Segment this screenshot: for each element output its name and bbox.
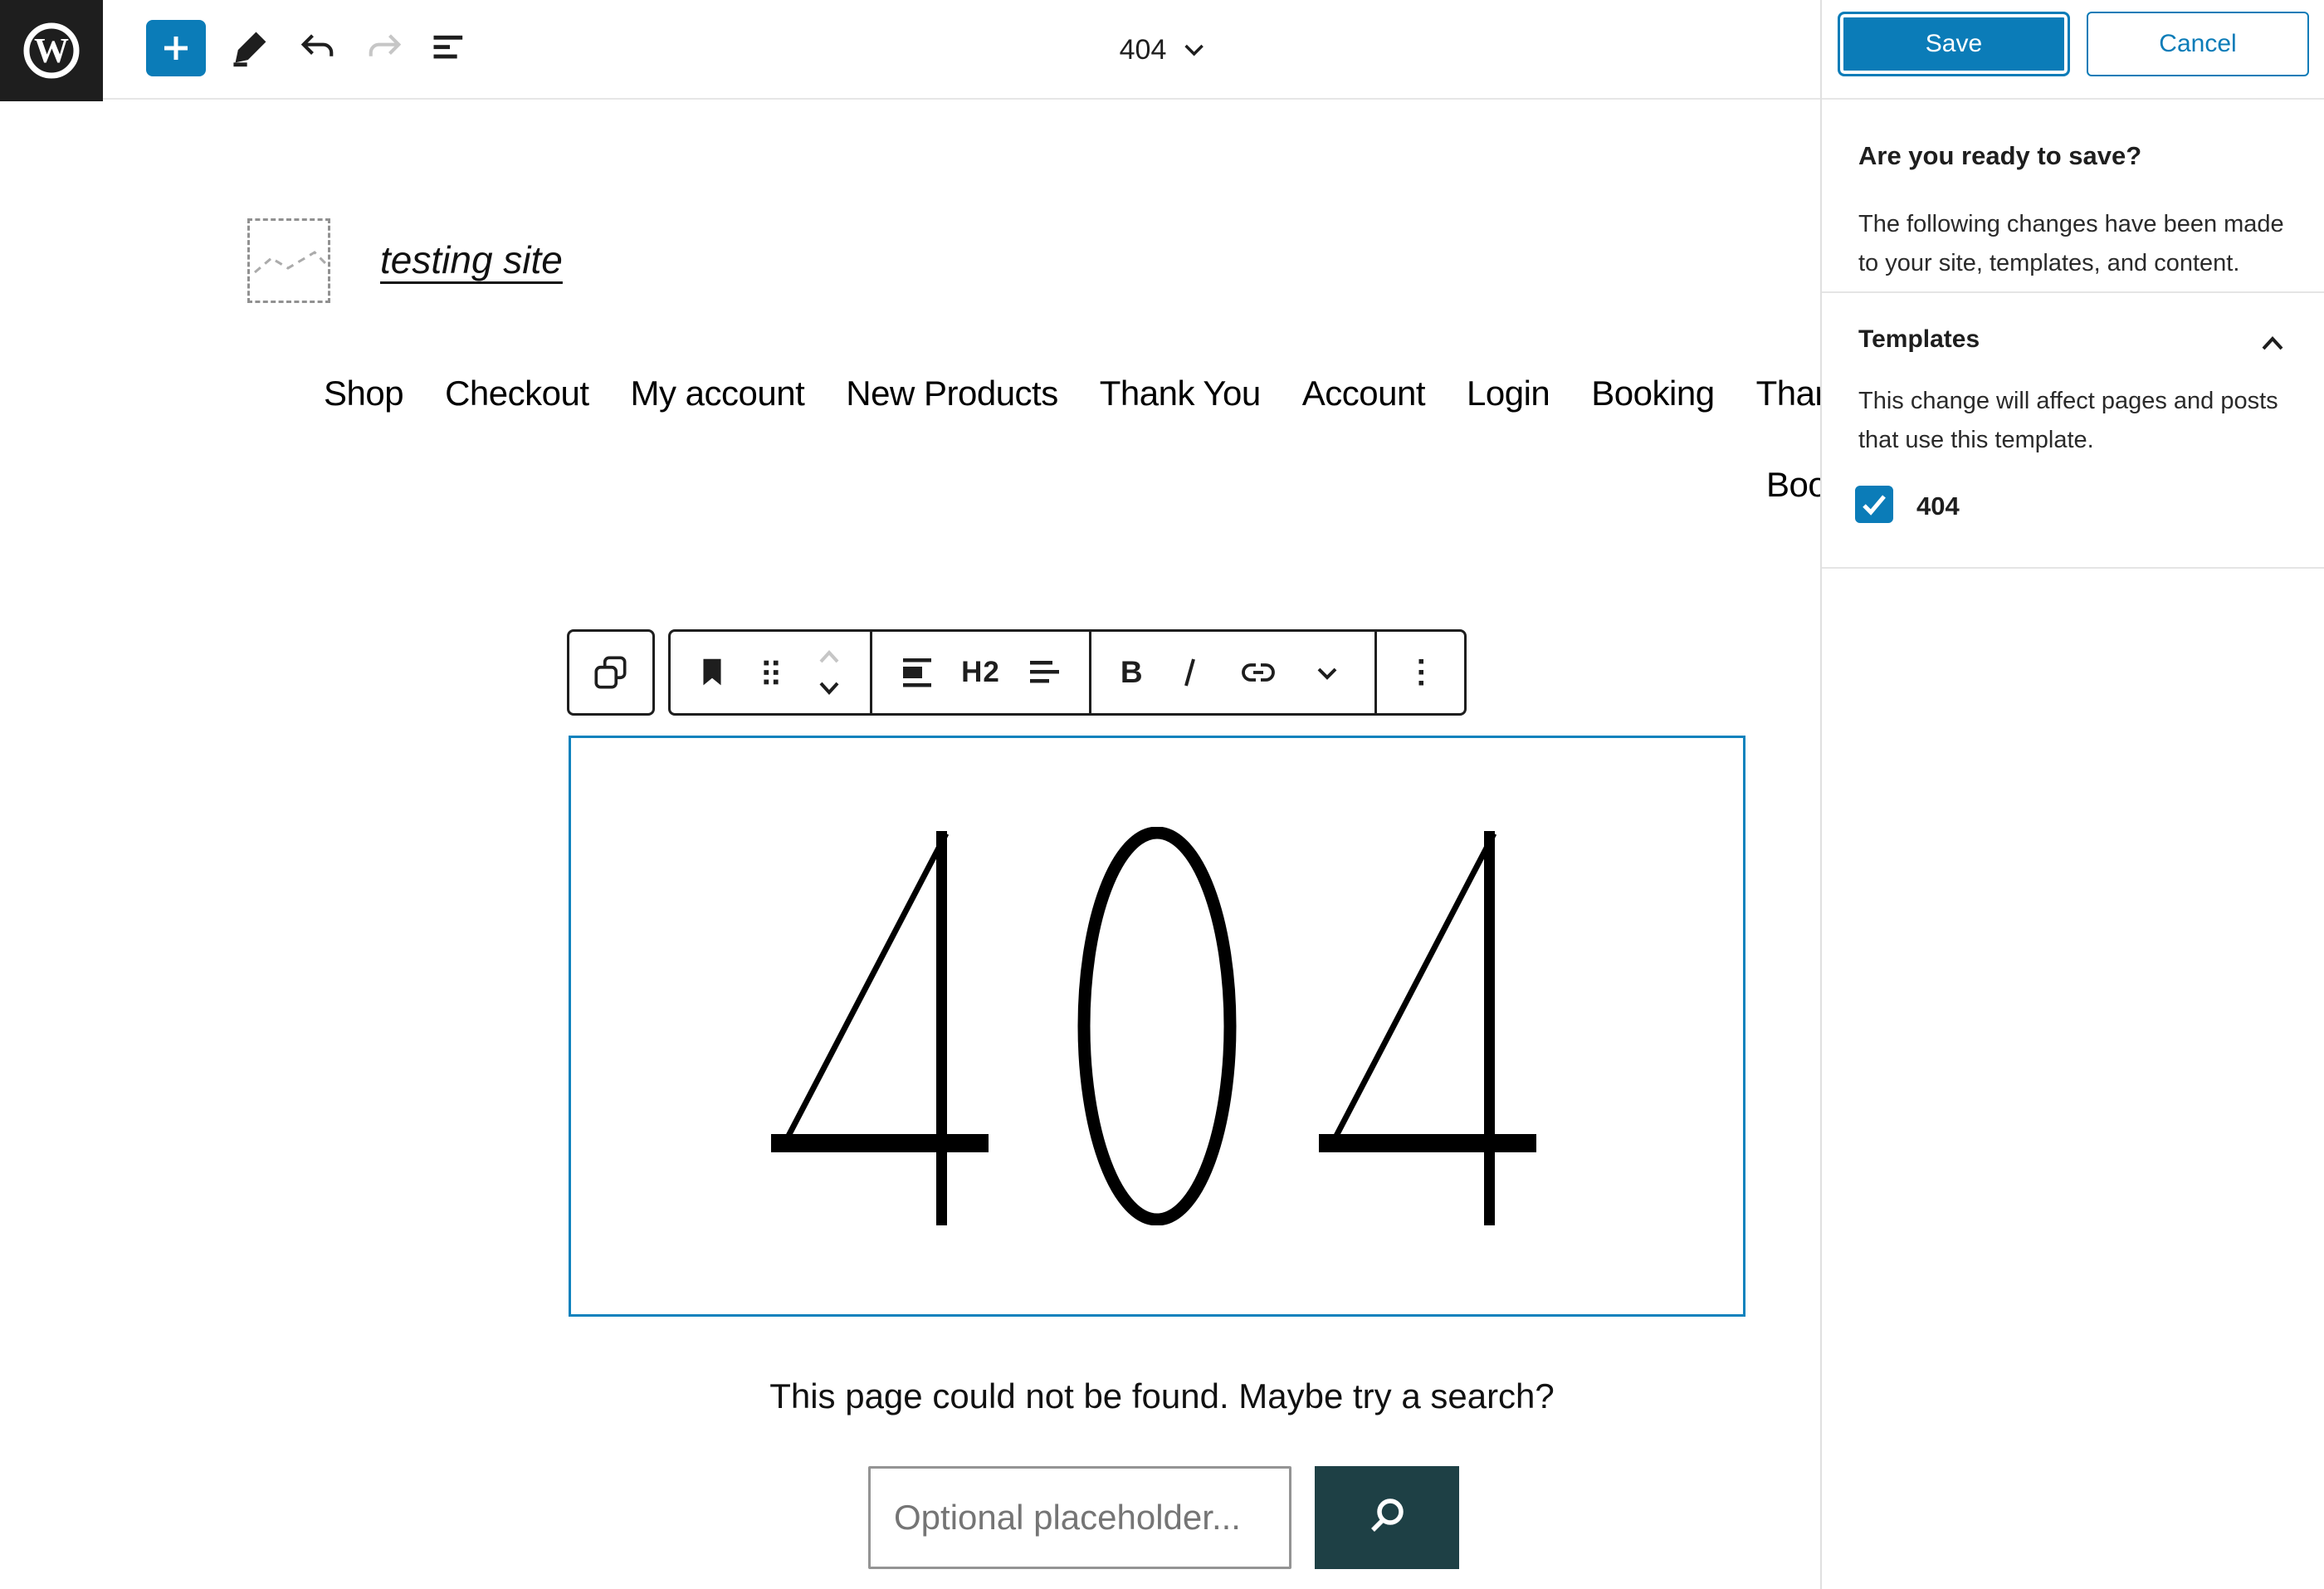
nav-item-login[interactable]: Login — [1467, 374, 1550, 413]
list-view-button[interactable] — [423, 22, 476, 75]
template-404-label: 404 — [1916, 491, 1960, 521]
heading-level-button[interactable]: H2 — [961, 656, 1000, 689]
templates-collapse-button[interactable] — [2254, 325, 2291, 362]
nav-item-account[interactable]: Account — [1302, 374, 1425, 413]
italic-icon — [1171, 653, 1208, 692]
select-parent-icon — [590, 652, 632, 693]
chevron-down-icon — [1183, 42, 1204, 57]
tools-button[interactable] — [224, 22, 277, 75]
heading-block-404[interactable] — [569, 736, 1745, 1317]
move-up-button[interactable] — [811, 639, 847, 672]
bold-label: B — [1120, 655, 1143, 690]
toolbar-section-heading: H2 — [870, 632, 1089, 713]
nav-item-thank-you[interactable]: Thank You — [1100, 374, 1261, 413]
save-panel-heading: Are you ready to save? — [1858, 141, 2141, 171]
svg-text:W: W — [34, 32, 69, 71]
block-options-button[interactable] — [1403, 653, 1439, 692]
search-input[interactable] — [868, 1466, 1291, 1569]
panel-divider — [1822, 567, 2324, 569]
text-align-button[interactable] — [1024, 653, 1064, 692]
save-panel: Save Cancel Are you ready to save? The f… — [1820, 0, 2324, 1589]
wordpress-icon: W — [19, 18, 84, 83]
site-logo-placeholder[interactable] — [247, 218, 330, 303]
cancel-button[interactable]: Cancel — [2087, 12, 2309, 76]
drag-handle[interactable] — [754, 653, 788, 692]
block-switcher-button[interactable] — [693, 653, 731, 692]
undo-button[interactable] — [291, 22, 344, 75]
site-title-link[interactable]: testing site — [380, 237, 563, 282]
toolbar-section-formatting: B — [1089, 632, 1374, 713]
chevron-down-icon — [811, 675, 847, 703]
list-view-icon — [428, 27, 471, 70]
move-down-button[interactable] — [811, 672, 847, 706]
block-toolbar: H2 B — [668, 629, 1467, 716]
chevron-down-icon — [1309, 653, 1345, 692]
link-icon — [1237, 653, 1280, 692]
digit-4 — [1319, 831, 1536, 1225]
logo-zigzag-icon — [250, 221, 328, 301]
save-panel-description: The following changes have been made to … — [1858, 205, 2302, 283]
block-inserter-button[interactable] — [146, 20, 206, 76]
nav-item-booking[interactable]: Booking — [1591, 374, 1714, 413]
nav-item-my-account[interactable]: My account — [631, 374, 805, 413]
wordpress-logo[interactable]: W — [0, 0, 103, 101]
chevron-up-icon — [811, 642, 847, 670]
drag-handle-icon — [754, 653, 788, 692]
block-movers — [811, 639, 847, 706]
checkmark-icon — [1857, 488, 1892, 521]
save-button[interactable]: Save — [1838, 12, 2070, 76]
navigation-row-1: Shop Checkout My account New Products Th… — [324, 374, 1917, 413]
chevron-up-icon — [2260, 335, 2285, 353]
toolbar-section-options — [1374, 632, 1464, 713]
document-title-label: 404 — [1120, 34, 1167, 66]
nav-item-new-products[interactable]: New Products — [846, 374, 1057, 413]
bold-button[interactable]: B — [1120, 655, 1143, 690]
search-icon — [1360, 1491, 1413, 1544]
align-text-icon — [1024, 653, 1064, 692]
templates-section-title: Templates — [1858, 325, 1980, 354]
redo-button[interactable] — [358, 22, 411, 75]
nav-item-checkout[interactable]: Checkout — [445, 374, 588, 413]
more-formatting-button[interactable] — [1309, 653, 1345, 692]
search-button[interactable] — [1315, 1466, 1459, 1569]
digit-0 — [1084, 833, 1230, 1220]
document-title-dropdown[interactable]: 404 — [1120, 0, 1205, 100]
link-button[interactable] — [1237, 653, 1280, 692]
kebab-menu-icon — [1403, 653, 1439, 692]
select-parent-block-button[interactable] — [567, 629, 655, 716]
italic-button[interactable] — [1171, 653, 1208, 692]
undo-icon — [296, 27, 339, 70]
toolbar-section-block — [671, 632, 870, 713]
save-panel-header: Save Cancel — [1822, 0, 2324, 100]
bookmark-icon — [693, 653, 731, 692]
templates-section-description: This change will affect pages and posts … — [1858, 382, 2302, 460]
redo-icon — [363, 27, 406, 70]
panel-divider — [1822, 291, 2324, 293]
pencil-icon — [229, 27, 272, 70]
template-404-checkbox[interactable] — [1855, 486, 1893, 523]
big-404-text — [771, 827, 1543, 1225]
content-width-button[interactable] — [897, 653, 937, 692]
digit-4 — [771, 831, 989, 1225]
plus-icon — [159, 32, 193, 65]
row-block-icon — [897, 653, 937, 692]
heading-level-label: H2 — [961, 656, 1000, 689]
nav-item-shop[interactable]: Shop — [324, 374, 403, 413]
